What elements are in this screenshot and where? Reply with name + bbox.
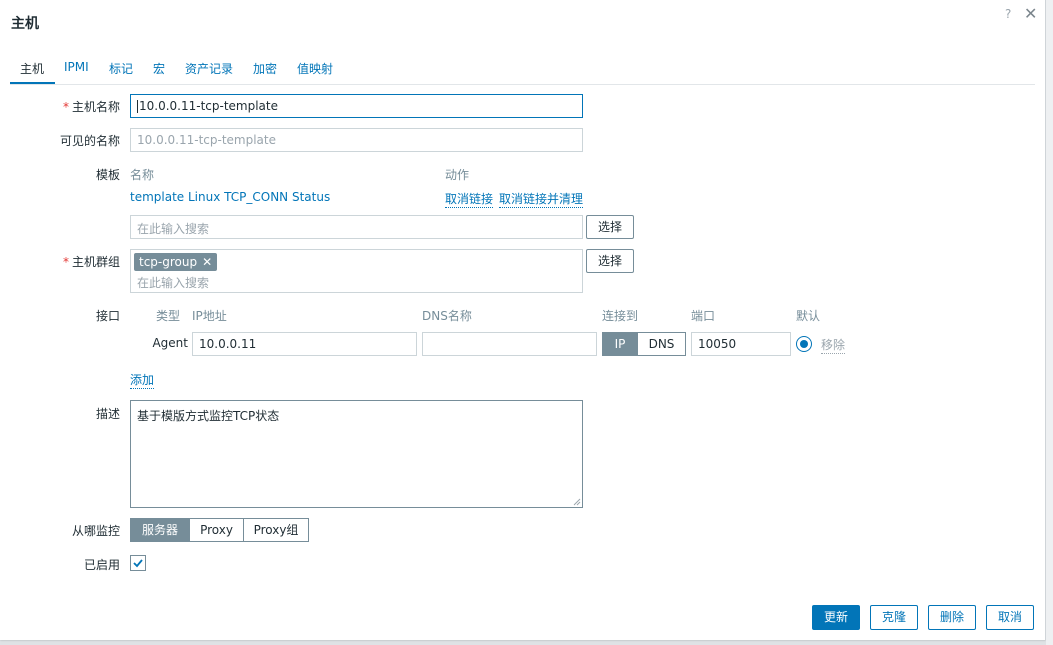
cancel-button[interactable]: 取消	[986, 605, 1034, 630]
host-group-select-button[interactable]: 选择	[586, 249, 634, 273]
templates-col-action: 动作	[445, 168, 470, 182]
enabled-checkbox[interactable]	[130, 555, 146, 571]
text-caret	[137, 100, 138, 113]
interface-col-connect: 连接到	[602, 309, 639, 323]
close-icon[interactable]: ✕	[1024, 4, 1037, 23]
interface-col-port: 端口	[691, 309, 716, 323]
tab-tags[interactable]: 标记	[109, 60, 133, 77]
host-name-label: * 主机名称	[62, 100, 120, 114]
interface-col-type: 类型	[156, 309, 181, 323]
visible-name-input[interactable]: 10.0.0.11-tcp-template	[130, 128, 583, 152]
host-groups-label: * 主机群组	[62, 255, 120, 269]
host-group-chip: tcp-group ✕	[134, 253, 218, 271]
monitored-by-proxy[interactable]: Proxy	[189, 518, 244, 542]
host-dialog: 主机 ? ✕ 主机 IPMI 标记 宏 资产记录 加密 值映射 * 主机名称 10…	[0, 0, 1046, 640]
description-textarea[interactable]: 基于模版方式监控TCP状态	[130, 400, 583, 508]
tab-macros[interactable]: 宏	[153, 60, 165, 77]
help-icon[interactable]: ?	[1005, 7, 1011, 21]
update-button[interactable]: 更新	[812, 605, 860, 630]
visible-name-label: 可见的名称	[59, 134, 120, 148]
interfaces-label: 接口	[95, 309, 120, 323]
tab-encryption[interactable]: 加密	[253, 60, 277, 77]
remove-chip-icon[interactable]: ✕	[202, 255, 212, 269]
interface-col-ip: IP地址	[192, 309, 227, 323]
interface-col-dns: DNS名称	[422, 309, 472, 323]
remove-interface-link[interactable]: 移除	[821, 336, 846, 354]
dialog-title: 主机	[11, 16, 39, 32]
connect-ip-toggle[interactable]: IP	[602, 332, 638, 356]
active-tab-indicator	[10, 82, 55, 84]
tab-inventory[interactable]: 资产记录	[185, 60, 233, 77]
host-group-search-input[interactable]: 在此输入搜索	[137, 274, 209, 291]
monitored-by-server[interactable]: 服务器	[130, 518, 190, 542]
add-interface-link[interactable]: 添加	[130, 371, 155, 389]
monitored-by-proxy-group[interactable]: Proxy组	[243, 518, 309, 542]
tab-host[interactable]: 主机	[20, 60, 44, 77]
template-search-input[interactable]: 在此输入搜索	[130, 215, 583, 239]
required-mark: *	[62, 255, 69, 269]
templates-label: 模板	[95, 168, 120, 182]
interface-port-input[interactable]: 10050	[691, 332, 791, 356]
delete-button[interactable]: 删除	[928, 605, 976, 630]
clone-button[interactable]: 克隆	[870, 605, 918, 630]
unlink-and-clear-button[interactable]: 取消链接并清理	[499, 190, 584, 208]
host-groups-multiselect[interactable]: tcp-group ✕ 在此输入搜索	[130, 249, 583, 293]
templates-col-name: 名称	[130, 168, 155, 182]
interface-ip-input[interactable]: 10.0.0.11	[192, 332, 417, 356]
tab-bar: 主机 IPMI 标记 宏 资产记录 加密 值映射	[10, 58, 1035, 85]
required-mark: *	[62, 100, 69, 114]
interface-col-default: 默认	[796, 309, 821, 323]
page-scrollbar-edge	[1046, 0, 1053, 645]
connect-dns-toggle[interactable]: DNS	[637, 332, 686, 356]
enabled-label: 已启用	[83, 558, 120, 572]
tab-value-mapping[interactable]: 值映射	[297, 60, 333, 77]
checkmark-icon	[133, 559, 143, 568]
unlink-button[interactable]: 取消链接	[445, 190, 494, 208]
tab-ipmi[interactable]: IPMI	[64, 60, 89, 74]
monitored-by-label: 从哪监控	[71, 524, 120, 538]
linked-template-link[interactable]: template Linux TCP_CONN Status	[130, 190, 330, 204]
interface-dns-input[interactable]	[422, 332, 597, 356]
description-label: 描述	[95, 407, 120, 421]
interface-type: Agent	[152, 336, 188, 350]
template-select-button[interactable]: 选择	[586, 215, 634, 239]
resize-grip-icon[interactable]	[573, 498, 581, 506]
default-interface-radio[interactable]	[796, 336, 812, 352]
host-name-input[interactable]: 10.0.0.11-tcp-template	[130, 94, 583, 118]
